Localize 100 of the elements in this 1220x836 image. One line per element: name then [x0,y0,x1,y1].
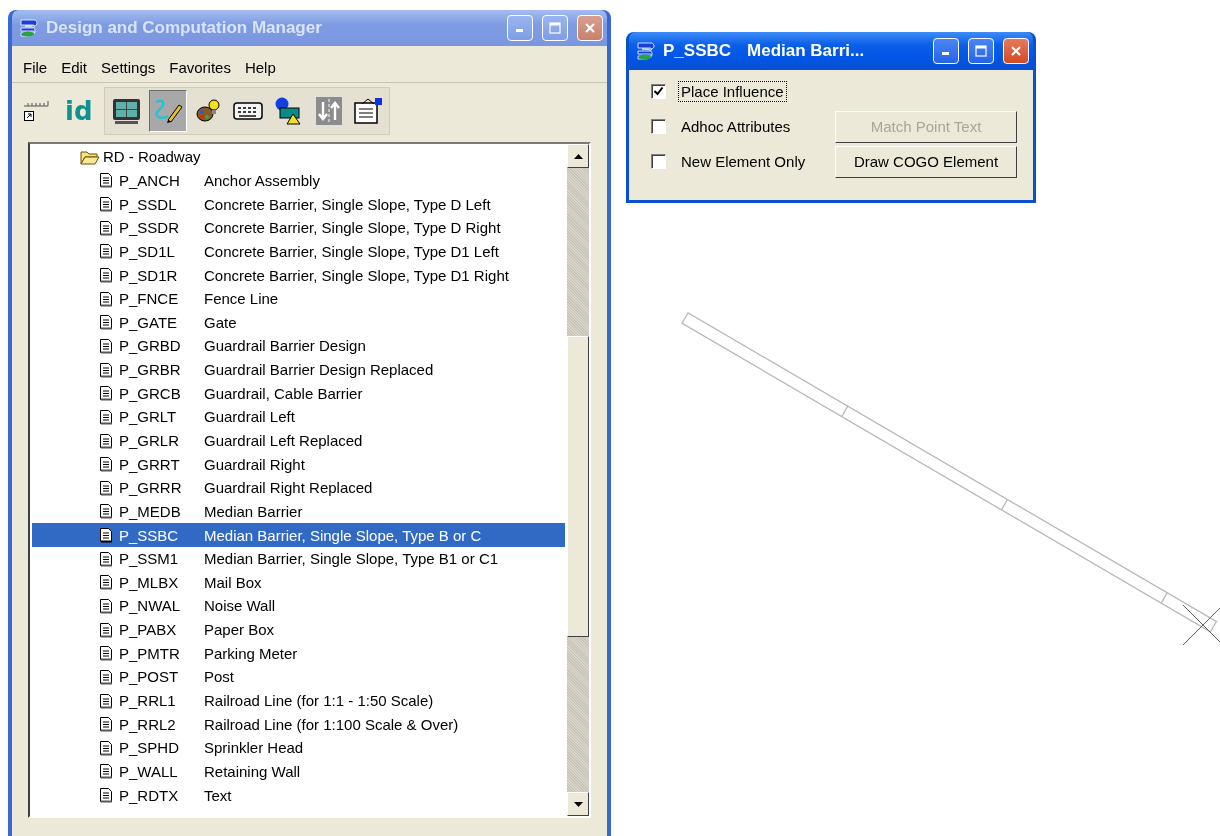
item-code: P_WALL [119,762,179,780]
window-title: Design and Computation Manager [46,18,322,38]
item-description: Guardrail, Cable Barrier [204,384,363,402]
tree-item[interactable]: P_RDTX Text [32,783,565,807]
maximize-icon [549,22,561,34]
minimize-button[interactable] [507,15,533,41]
document-icon [99,361,113,378]
checkbox[interactable] [651,84,666,99]
item-description: Mail Box [204,573,262,591]
item-code: P_NWAL [119,597,182,615]
document-icon [99,739,113,756]
item-code: P_RDTX [119,786,180,804]
menu-item[interactable]: Favorites [162,58,238,76]
tree-item[interactable]: P_RRL2 Railroad Line (for 1:100 Scale & Over) [32,712,565,736]
scroll-up-button[interactable] [567,144,589,168]
item-code: P_GRBD [119,337,182,355]
tree-item[interactable]: P_SD1R Concrete Barrier, Single Slope, Type D1 Right [32,263,565,287]
item-code: P_PMTR [119,644,181,662]
item-code: P_GRRT [119,455,181,473]
item-code: P_ANCH [119,171,181,189]
tree-item[interactable]: P_SSM1 Median Barrier, Single Slope, Type B1 or C1 [32,546,565,571]
document-icon [99,503,113,520]
toolbar-button[interactable] [148,90,187,132]
close-button[interactable] [1003,38,1029,64]
tree-item[interactable]: P_SSDR Concrete Barrier, Single Slope, Type D Right [32,215,565,240]
item-code: P_GRRR [119,479,183,497]
clipboard-icon [352,96,383,126]
tree-item[interactable]: P_NWAL Noise Wall [32,594,565,618]
item-description: Guardrail Left Replaced [204,432,363,449]
item-description: Text [204,786,232,804]
tree-item[interactable]: P_PABX Paper Box [32,617,565,642]
maximize-button[interactable] [968,38,994,64]
tree-item[interactable]: P_RRL1 Railroad Line (for 1:1 - 1:50 Scale) [32,688,565,713]
document-icon [99,456,113,473]
item-code: P_RRL2 [119,715,177,733]
document-icon [99,408,113,425]
document-icon [99,172,113,189]
tree-item[interactable]: P_GRRR Guardrail Right Replaced [32,475,565,500]
item-description: Median Barrier [204,502,303,520]
item-code: P_FNCE [119,290,180,308]
folder-label[interactable]: RD - Roadway [103,148,201,166]
tree-item[interactable]: P_MLBX Mail Box [32,570,565,595]
checkbox-label[interactable]: Adhoc Attributes [678,116,794,137]
checkbox[interactable] [651,119,666,134]
checkbox-label[interactable]: Place Influence [678,81,787,102]
maximize-button[interactable] [542,15,568,41]
item-description: Retaining Wall [204,762,301,780]
tree-item[interactable]: P_ANCH Anchor Assembly [32,168,565,193]
cursor-cross-icon [1182,604,1220,646]
item-description: Concrete Barrier, Single Slope, Type D1 Left [204,242,499,260]
keypad-icon [231,100,264,122]
menu-item[interactable]: Edit [54,58,95,76]
item-code: P_GRLR [119,432,181,449]
item-description: Gate [204,313,237,331]
tree-item[interactable]: P_SD1L Concrete Barrier, Single Slope, Type D1 Left [32,239,565,264]
document-icon [99,385,113,402]
tree-item[interactable]: P_SSDL Concrete Barrier, Single Slope, Type D Left [32,192,565,216]
close-button[interactable] [577,15,603,41]
tree-item[interactable]: P_MEDB Median Barrier [32,499,565,524]
menu-item[interactable]: File [16,58,55,76]
item-description: Concrete Barrier, Single Slope, Type D Right [204,219,501,237]
tree-item[interactable]: P_PMTR Parking Meter [32,641,565,666]
tree-item[interactable]: P_FNCE Fence Line [32,286,565,311]
item-description: Guardrail Left [204,408,295,426]
tree-item[interactable]: P_GRCB Guardrail, Cable Barrier [32,381,565,406]
document-icon [99,598,113,614]
checkbox-label[interactable]: New Element Only [678,151,809,172]
item-code: P_SSBC [119,526,180,544]
document-icon [99,337,113,354]
tree-item[interactable]: P_GRBD Guardrail Barrier Design [32,334,565,358]
checkbox[interactable] [651,154,666,169]
scroll-thumb[interactable] [567,336,589,637]
item-description: Guardrail Barrier Design Replaced [204,361,434,379]
item-code: P_GATE [119,313,179,331]
tree-item[interactable]: P_POST Post [32,665,565,689]
close-icon [1010,45,1022,57]
item-description: Anchor Assembly [204,171,320,189]
tree-item[interactable]: P_WALL Retaining Wall [32,759,565,784]
item-description: Railroad Line (for 1:1 - 1:50 Scale) [204,692,434,710]
document-icon [99,787,113,804]
close-icon [584,22,596,34]
app-logo-icon [18,17,40,39]
tree-item[interactable]: P_GRLT Guardrail Left [32,405,565,429]
minimize-button[interactable] [933,38,959,64]
tree-item[interactable]: P_GRRT Guardrail Right [32,452,565,476]
tree-item[interactable]: P_SPHD Sprinkler Head [32,736,565,760]
document-icon [99,763,113,780]
item-code: P_GRCB [119,384,182,402]
tree-item[interactable]: P_SSBC Median Barrier, Single Slope, Type B or C [32,523,565,547]
monitor-icon [110,96,143,126]
tree-item[interactable]: P_GRBR Guardrail Barrier Design Replaced [32,357,565,382]
item-description: Railroad Line (for 1:100 Scale & Over) [204,715,459,733]
item-description: Fence Line [204,290,279,308]
menu-item[interactable]: Settings [94,58,163,76]
menu-item[interactable]: Help [237,58,283,76]
scroll-down-button[interactable] [567,792,589,816]
dialog-button[interactable]: Draw COGO Element [835,145,1017,178]
tree-item[interactable]: P_GATE Gate [32,310,565,335]
item-description: Parking Meter [204,644,298,662]
tree-item[interactable]: P_GRLR Guardrail Left Replaced [32,428,565,453]
